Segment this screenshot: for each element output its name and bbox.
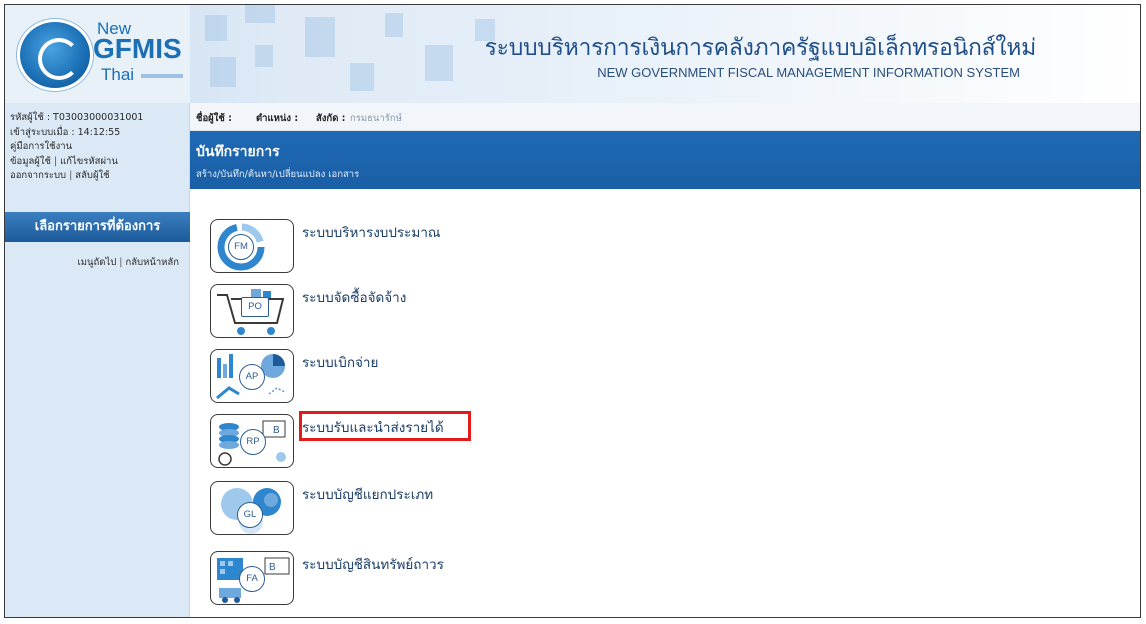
module-label-ap[interactable]: ระบบเบิกจ่าย — [302, 351, 378, 373]
module-label-fa[interactable]: ระบบบัญชีสินทรัพย์ถาวร — [302, 553, 444, 575]
page-title: บันทึกรายการ — [196, 144, 280, 160]
ap-module-icon[interactable]: AP — [210, 349, 294, 403]
system-title-english: NEW GOVERNMENT FISCAL MANAGEMENT INFORMA… — [597, 65, 1020, 80]
po-module-icon[interactable]: PO — [210, 284, 294, 338]
logo-thai-text: Thai — [101, 65, 135, 84]
module-gl[interactable]: GL ระบบบัญชีแยกประเภท — [210, 481, 510, 541]
module-label-gl[interactable]: ระบบบัญชีแยกประเภท — [302, 483, 433, 505]
user-info-link[interactable]: ข้อมูลผู้ใช้ — [10, 156, 51, 167]
separator: | — [119, 257, 123, 268]
module-label-po[interactable]: ระบบจัดซื้อจัดจ้าง — [302, 286, 406, 308]
rp-badge: RP — [240, 429, 266, 455]
po-badge: PO — [241, 297, 269, 317]
department-label: สังกัด : — [316, 113, 346, 124]
logo-decoration — [141, 74, 183, 78]
module-fa[interactable]: B FA ระบบบัญชีสินทรัพย์ถาวร — [210, 551, 510, 611]
fa-module-icon[interactable]: B FA — [210, 551, 294, 605]
module-po[interactable]: PO ระบบจัดซื้อจัดจ้าง — [210, 284, 510, 344]
position-label: ตำแหน่ง : — [256, 113, 299, 124]
module-rp[interactable]: B RP ระบบรับและนำส่งรายได้ — [210, 411, 510, 474]
ap-badge: AP — [239, 364, 265, 390]
svg-text:B: B — [269, 562, 276, 573]
fm-badge: FM — [228, 234, 254, 260]
rp-module-icon[interactable]: B RP — [210, 414, 294, 468]
user-context-bar: ชื่อผู้ใช้ : ตำแหน่ง : สังกัด : กรมธนารั… — [190, 103, 1140, 131]
selected-highlight — [299, 411, 471, 441]
gfmis-emblem-icon — [17, 19, 93, 91]
fm-module-icon[interactable]: FM — [210, 219, 294, 273]
user-info-panel: รหัสผู้ใช้ : T03003000031001 เข้าสู่ระบบ… — [10, 111, 143, 184]
department-value: กรมธนารักษ์ — [350, 113, 402, 124]
nav-links: เมนูถัดไป | กลับหน้าหลัก — [78, 255, 179, 270]
system-title-thai: ระบบบริหารการเงินการคลังภาครัฐแบบอิเล็กท… — [484, 35, 1037, 61]
gl-module-icon[interactable]: GL — [210, 481, 294, 535]
switch-user-link[interactable]: สลับผู้ใช้ — [75, 170, 109, 181]
app-window: New GFMIS Thai ระบบบริหารการเงินการคลังภ… — [4, 4, 1141, 618]
svg-text:B: B — [273, 425, 280, 436]
change-password-link[interactable]: แก้ไขรหัสผ่าน — [60, 156, 118, 167]
home-link[interactable]: กลับหน้าหลัก — [125, 257, 179, 268]
page-banner: บันทึกรายการ สร้าง/บันทึก/ค้นหา/เปลี่ยนแ… — [190, 131, 1140, 189]
logo[interactable]: New GFMIS Thai — [5, 5, 190, 103]
logout-link[interactable]: ออกจากระบบ — [10, 170, 66, 181]
select-item-button[interactable]: เลือกรายการที่ต้องการ — [5, 212, 190, 242]
module-list: FM ระบบบริหารงบประมาณ PO ระบบจัดซื้อจัดจ… — [190, 189, 1140, 617]
module-ap[interactable]: AP ระบบเบิกจ่าย — [210, 349, 510, 409]
gl-badge: GL — [237, 502, 263, 528]
user-code: รหัสผู้ใช้ : T03003000031001 — [10, 112, 144, 123]
login-time: เข้าสู่ระบบเมื่อ : 14:12:55 — [10, 126, 121, 138]
sidebar: รหัสผู้ใช้ : T03003000031001 เข้าสู่ระบบ… — [5, 103, 190, 617]
user-name-label: ชื่อผู้ใช้ : — [196, 113, 232, 124]
logo-gfmis-text: GFMIS — [93, 33, 182, 64]
module-fm[interactable]: FM ระบบบริหารงบประมาณ — [210, 219, 510, 279]
header: New GFMIS Thai ระบบบริหารการเงินการคลังภ… — [5, 5, 1140, 103]
fa-badge: FA — [239, 566, 265, 592]
page-subtitle: สร้าง/บันทึก/ค้นหา/เปลี่ยนแปลง เอกสาร — [196, 169, 360, 180]
module-label-fm[interactable]: ระบบบริหารงบประมาณ — [302, 221, 440, 243]
manual-link[interactable]: คู่มือการใช้งาน — [10, 141, 72, 152]
separator: | — [69, 170, 73, 181]
separator: | — [53, 155, 58, 167]
main-menu-link[interactable]: เมนูถัดไป — [78, 257, 117, 268]
